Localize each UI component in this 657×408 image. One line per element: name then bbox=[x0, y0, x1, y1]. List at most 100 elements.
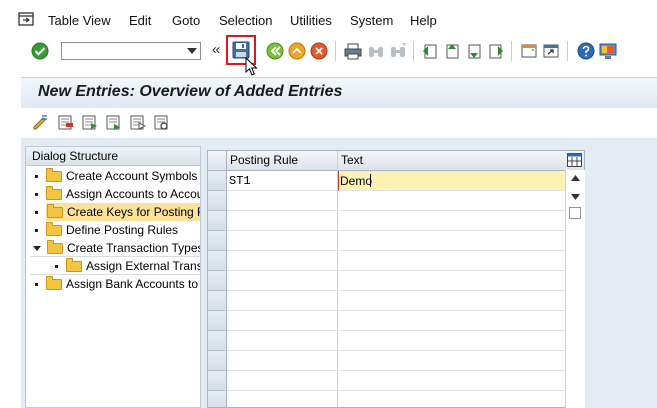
expand-arrow-icon[interactable] bbox=[33, 246, 41, 252]
menu-table-view[interactable]: Table View bbox=[48, 13, 111, 29]
text-cell-editing[interactable]: Demo bbox=[338, 171, 566, 191]
tree-node-selection: Create Keys for Posting Rules bbox=[46, 203, 200, 221]
row-selector[interactable] bbox=[208, 351, 227, 371]
command-field[interactable] bbox=[61, 42, 201, 60]
scroll-down-icon[interactable] bbox=[570, 193, 581, 201]
last-page-icon[interactable] bbox=[486, 41, 506, 61]
tree-node-label: Assign External Transaction Types bbox=[86, 259, 201, 273]
row-selector[interactable] bbox=[208, 371, 227, 391]
row-selector[interactable] bbox=[208, 311, 227, 331]
empty-row[interactable] bbox=[227, 191, 566, 211]
print-field-list-icon[interactable] bbox=[153, 114, 170, 131]
display-change-icon[interactable] bbox=[32, 114, 49, 131]
empty-row[interactable] bbox=[227, 331, 566, 351]
bullet-icon bbox=[35, 211, 38, 215]
collapse-toolbar-icon[interactable]: « bbox=[212, 42, 220, 58]
tree-node-label: Create Keys for Posting Rules bbox=[67, 205, 200, 219]
tree-node-label: Create Account Symbols bbox=[66, 169, 198, 183]
enter-check-icon[interactable] bbox=[30, 41, 50, 61]
toolbar-separator bbox=[335, 41, 336, 61]
folder-icon bbox=[46, 222, 62, 237]
folder-icon bbox=[46, 186, 62, 201]
shortcut-icon[interactable] bbox=[541, 41, 561, 61]
toolbar-separator bbox=[413, 41, 414, 61]
table-header: Posting Rule Text bbox=[208, 151, 584, 171]
bullet-icon bbox=[55, 265, 58, 269]
cancel-icon[interactable] bbox=[309, 41, 329, 61]
toolbar-separator bbox=[511, 41, 512, 61]
scroll-up-icon[interactable] bbox=[570, 174, 581, 182]
previous-page-icon[interactable] bbox=[442, 41, 462, 61]
menu-utilities[interactable]: Utilities bbox=[290, 13, 332, 29]
tree-node-create-account-symbols[interactable]: Create Account Symbols bbox=[35, 167, 197, 185]
row-selector[interactable] bbox=[208, 331, 227, 351]
empty-row[interactable] bbox=[227, 211, 566, 231]
row-selector[interactable] bbox=[208, 391, 227, 407]
select-all-icon[interactable] bbox=[81, 114, 98, 131]
menu-selection[interactable]: Selection bbox=[219, 13, 272, 29]
help-icon[interactable] bbox=[576, 41, 596, 61]
posting-rule-cell[interactable]: ST1 bbox=[227, 171, 337, 191]
exit-icon[interactable] bbox=[287, 41, 307, 61]
menu-toggle-icon[interactable] bbox=[18, 12, 34, 26]
bullet-icon bbox=[35, 175, 38, 179]
folder-icon bbox=[47, 240, 63, 255]
menu-help[interactable]: Help bbox=[410, 13, 437, 29]
scroll-thumb[interactable] bbox=[569, 207, 581, 219]
row-selector[interactable] bbox=[208, 271, 227, 291]
folder-icon bbox=[46, 168, 62, 183]
entries-table: Posting Rule Text ST1 Demo bbox=[207, 150, 585, 408]
empty-row[interactable] bbox=[227, 351, 566, 371]
bullet-icon bbox=[35, 229, 38, 233]
menu-goto[interactable]: Goto bbox=[172, 13, 200, 29]
dialog-structure-header: Dialog Structure bbox=[26, 147, 200, 166]
tree-node-define-posting-rules[interactable]: Define Posting Rules bbox=[35, 221, 178, 239]
tree-node-assign-external-transaction-types[interactable]: Assign External Transaction Types bbox=[55, 257, 201, 275]
print-icon[interactable] bbox=[343, 41, 363, 61]
column-header-posting-rule[interactable]: Posting Rule bbox=[230, 153, 298, 167]
mouse-cursor-icon bbox=[245, 57, 258, 76]
delete-entry-icon[interactable] bbox=[57, 114, 74, 131]
empty-row[interactable] bbox=[227, 311, 566, 331]
table-settings-icon[interactable] bbox=[567, 153, 582, 167]
empty-row[interactable] bbox=[227, 271, 566, 291]
toolbar-separator bbox=[567, 41, 568, 61]
find-icon bbox=[369, 47, 383, 57]
row-selector[interactable] bbox=[208, 231, 227, 251]
empty-row[interactable] bbox=[227, 251, 566, 271]
text-cursor bbox=[370, 174, 371, 187]
menu-system[interactable]: System bbox=[350, 13, 393, 29]
new-session-icon[interactable] bbox=[519, 41, 539, 61]
empty-row[interactable] bbox=[227, 391, 566, 407]
tree-node-label: Define Posting Rules bbox=[66, 223, 179, 237]
tree-node-assign-bank-accounts[interactable]: Assign Bank Accounts to Transaction Type… bbox=[35, 275, 200, 293]
find-next-icon bbox=[391, 43, 406, 57]
empty-row[interactable] bbox=[227, 231, 566, 251]
dialog-structure-panel: Dialog Structure Create Account Symbols … bbox=[25, 146, 201, 408]
vertical-scrollbar[interactable] bbox=[565, 170, 585, 408]
open-folder-icon bbox=[47, 204, 63, 219]
column-header-text[interactable]: Text bbox=[341, 153, 363, 167]
row-selector[interactable] bbox=[208, 171, 227, 191]
tree-node-create-transaction-types[interactable]: Create Transaction Types bbox=[33, 239, 200, 257]
customize-layout-icon[interactable] bbox=[598, 41, 618, 61]
tree-node-assign-accounts[interactable]: Assign Accounts to Account Symbol bbox=[35, 185, 200, 203]
screen-title-bar: New Entries: Overview of Added Entries bbox=[21, 77, 657, 108]
select-block-icon[interactable] bbox=[105, 114, 122, 131]
empty-row[interactable] bbox=[227, 291, 566, 311]
bullet-icon bbox=[35, 193, 38, 197]
empty-row[interactable] bbox=[227, 371, 566, 391]
row-selector[interactable] bbox=[208, 211, 227, 231]
row-selector[interactable] bbox=[208, 251, 227, 271]
text-value: Demo bbox=[340, 174, 373, 188]
select-all-rows-button[interactable] bbox=[208, 151, 227, 170]
chevron-down-icon[interactable] bbox=[187, 48, 197, 54]
row-selector[interactable] bbox=[208, 191, 227, 211]
menu-edit[interactable]: Edit bbox=[129, 13, 151, 29]
tree-node-create-keys-posting-rules[interactable]: Create Keys for Posting Rules bbox=[35, 203, 200, 221]
next-page-icon[interactable] bbox=[464, 41, 484, 61]
deselect-all-icon[interactable] bbox=[129, 114, 146, 131]
first-page-icon[interactable] bbox=[420, 41, 440, 61]
row-selector[interactable] bbox=[208, 291, 227, 311]
back-icon[interactable] bbox=[265, 41, 285, 61]
